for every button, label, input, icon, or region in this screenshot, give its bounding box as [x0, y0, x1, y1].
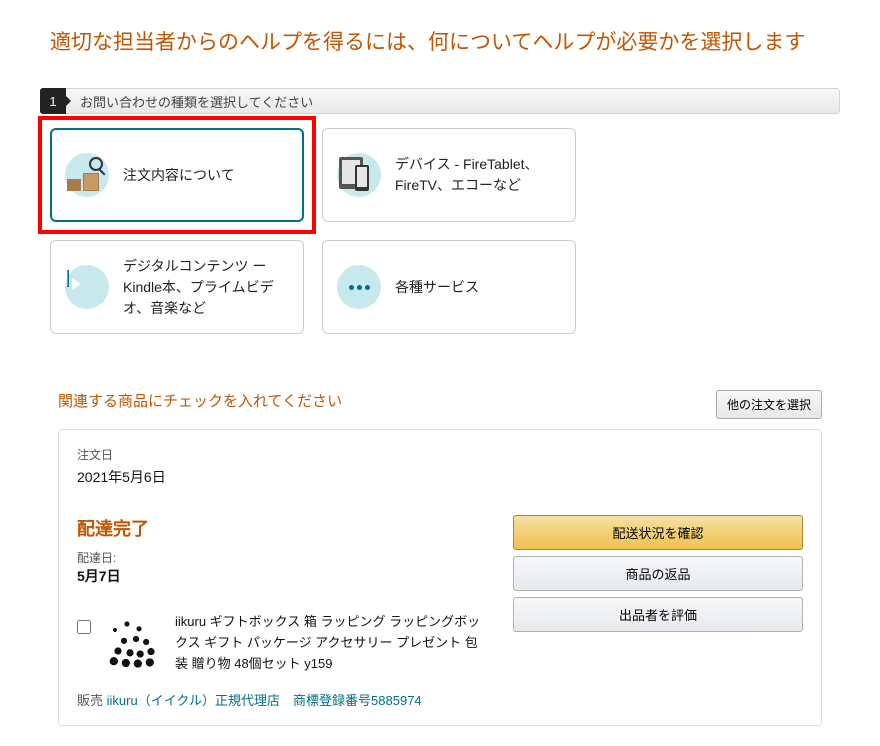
- category-card-services[interactable]: 各種サービス: [322, 240, 576, 334]
- page-title: 適切な担当者からのヘルプを得るには、何についてヘルプが必要かを選択します: [50, 26, 830, 56]
- device-icon: [337, 153, 381, 197]
- delivery-date-value: 5月7日: [77, 566, 483, 586]
- step1-title: お問い合わせの種類を選択してください: [80, 92, 313, 111]
- return-item-button[interactable]: 商品の返品: [513, 556, 803, 591]
- product-name: iikuru ギフトボックス 箱 ラッピング ラッピングボックス ギフト パッケ…: [175, 612, 483, 674]
- highlight-frame: 注文内容について: [38, 116, 316, 234]
- category-card-digital[interactable]: デジタルコンテンツ ーKindle本、プライムビデオ、音楽など: [50, 240, 304, 334]
- select-other-order-button[interactable]: 他の注文を選択: [716, 390, 822, 419]
- category-label: 各種サービス: [395, 277, 479, 298]
- step1-header: 1 お問い合わせの種類を選択してください: [40, 88, 840, 114]
- review-seller-button[interactable]: 出品者を評価: [513, 597, 803, 632]
- category-label: デバイス - FireTablet、FireTV、エコーなど: [395, 154, 561, 196]
- step1-number: 1: [40, 88, 66, 114]
- order-box: 注文日 2021年5月6日 配達完了 配達日: 5月7日 iikuru ギフトボ…: [58, 429, 822, 726]
- order-date-value: 2021年5月6日: [77, 467, 803, 487]
- seller-link[interactable]: iikuru（イイクル）正規代理店 商標登録番号5885974: [107, 693, 422, 708]
- more-icon: [337, 265, 381, 309]
- seller-prefix: 販売: [77, 693, 107, 708]
- product-row: iikuru ギフトボックス 箱 ラッピング ラッピングボックス ギフト パッケ…: [77, 612, 483, 674]
- product-checkbox[interactable]: [77, 620, 91, 634]
- digital-icon: [65, 265, 109, 309]
- product-thumbnail: [103, 612, 163, 672]
- category-label: 注文内容について: [123, 165, 235, 186]
- category-cards: 注文内容について デバイス - FireTablet、FireTV、エコーなど: [50, 128, 830, 334]
- order-icon: [65, 153, 109, 197]
- delivery-date-label: 配達日:: [77, 549, 483, 566]
- category-label: デジタルコンテンツ ーKindle本、プライムビデオ、音楽など: [123, 256, 289, 319]
- delivery-status: 配達完了: [77, 515, 483, 541]
- track-shipment-button[interactable]: 配送状況を確認: [513, 515, 803, 550]
- order-date-label: 注文日: [77, 446, 803, 463]
- category-card-order[interactable]: 注文内容について: [50, 128, 304, 222]
- category-card-device[interactable]: デバイス - FireTablet、FireTV、エコーなど: [322, 128, 576, 222]
- order-section-title: 関連する商品にチェックを入れてください: [58, 390, 342, 411]
